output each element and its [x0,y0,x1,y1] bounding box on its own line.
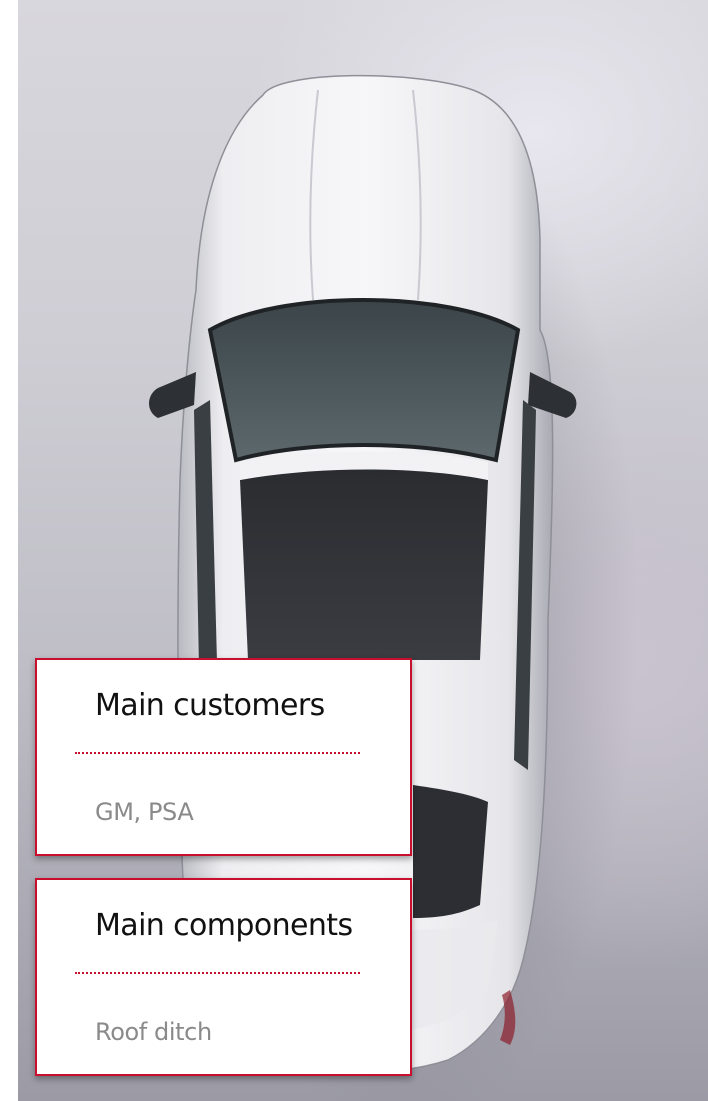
dotted-divider [75,752,360,754]
rear-window [413,785,488,918]
main-components-card: Main components Roof ditch [35,878,412,1076]
main-components-value: Roof ditch [95,1018,212,1046]
page: Main customers GM, PSA Main components R… [0,0,708,1101]
main-customers-card: Main customers GM, PSA [35,658,412,856]
main-customers-title: Main customers [95,688,325,723]
car-roof [240,468,488,660]
main-components-title: Main components [95,908,353,943]
main-customers-value: GM, PSA [95,798,194,826]
windshield [207,298,521,463]
dotted-divider [75,972,360,974]
